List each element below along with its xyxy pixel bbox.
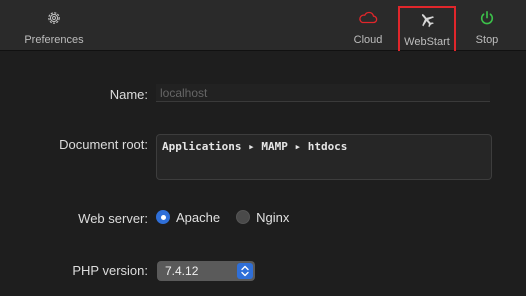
document-root-path: Applications ▸ MAMP ▸ htdocs	[162, 140, 348, 153]
cloud-button[interactable]: Cloud	[348, 0, 388, 50]
radio-unselected-indicator	[236, 210, 251, 224]
web-server-label: Web server:	[78, 211, 148, 226]
web-server-radio-group: Apache Nginx	[156, 208, 305, 226]
nginx-radio-label: Nginx	[256, 209, 290, 225]
preferences-label: Preferences	[24, 34, 84, 46]
settings-panel: Name: localhost Document root: Applicati…	[0, 51, 526, 296]
stop-button[interactable]: Stop	[470, 0, 504, 50]
cloud-label: Cloud	[353, 34, 383, 46]
name-label: Name:	[109, 87, 148, 102]
name-field[interactable]: localhost	[156, 84, 490, 102]
php-version-label: PHP version:	[72, 263, 148, 278]
cloud-icon	[358, 8, 378, 28]
webstart-label: WebStart	[404, 36, 450, 48]
webstart-button[interactable]: WebStart	[398, 6, 456, 54]
apache-radio[interactable]: Apache	[156, 210, 220, 225]
apache-radio-label: Apache	[176, 209, 221, 225]
nginx-radio[interactable]: Nginx	[236, 210, 289, 225]
toolbar: Preferences Cloud WebStart Stop	[0, 0, 526, 54]
gear-icon	[44, 8, 64, 28]
power-icon	[477, 8, 497, 28]
preferences-button[interactable]: Preferences	[18, 0, 90, 50]
document-root-field[interactable]: Applications ▸ MAMP ▸ htdocs	[156, 134, 492, 180]
php-version-select[interactable]: 7.4.12	[157, 261, 255, 281]
radio-selected-indicator	[156, 210, 170, 224]
chevron-up-down-icon	[237, 263, 253, 279]
php-version-value: 7.4.12	[165, 264, 199, 278]
stop-label: Stop	[475, 34, 499, 46]
document-root-label: Document root:	[59, 137, 148, 152]
airplane-icon	[417, 10, 437, 30]
